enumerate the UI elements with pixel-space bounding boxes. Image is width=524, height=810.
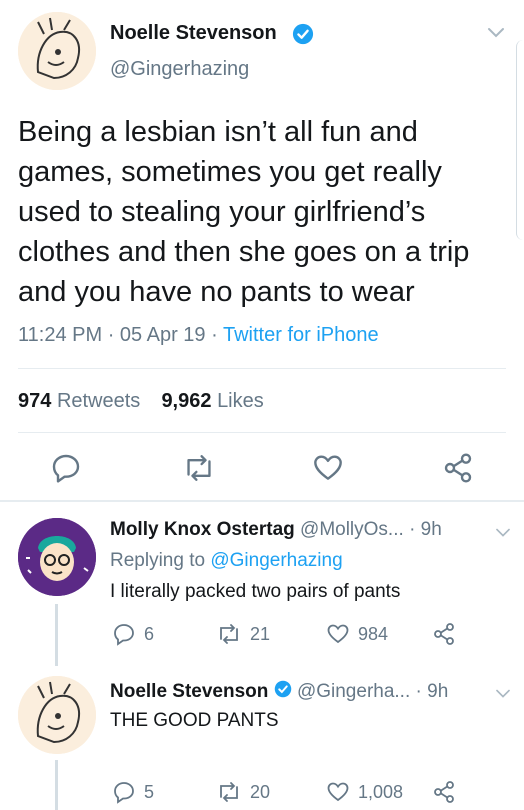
tweet-time: 11:24 PM [18, 324, 103, 346]
avatar-drawing [18, 676, 96, 754]
reply-icon[interactable] [50, 452, 82, 489]
retweet-action[interactable]: 21 [216, 622, 270, 646]
share-icon[interactable] [432, 622, 456, 651]
section-divider [0, 500, 524, 502]
reply-text: THE GOOD PANTS [110, 710, 279, 731]
reply-author-name[interactable]: Noelle Stevenson [110, 681, 268, 702]
retweets-label[interactable]: Retweets [57, 390, 140, 412]
author-name[interactable]: Noelle Stevenson [110, 22, 277, 45]
reply-icon [114, 782, 134, 804]
reply-action[interactable]: 5 [112, 780, 154, 804]
tweet-stats: 974 Retweets 9,962 Likes [18, 390, 264, 413]
meta-separator: · [211, 324, 218, 346]
chevron-down-icon[interactable] [494, 526, 512, 544]
replying-to: Replying to @Gingerhazing [110, 550, 343, 572]
retweet-icon [220, 624, 238, 644]
like-count: 984 [358, 623, 389, 644]
retweet-action[interactable]: 20 [216, 780, 270, 804]
reply-text: I literally packed two pairs of pants [110, 581, 401, 602]
author-handle[interactable]: @Gingerhazing [110, 58, 249, 81]
reply-author-handle[interactable]: @Gingerha... [297, 681, 410, 702]
reply-time[interactable]: · 9h [416, 681, 449, 702]
reply-count: 6 [144, 623, 155, 644]
retweet-count: 21 [250, 623, 271, 644]
like-action[interactable]: 984 [326, 622, 388, 646]
reply-time[interactable]: · 9h [409, 519, 442, 540]
tweet-source[interactable]: Twitter for iPhone [223, 324, 379, 346]
likes-label[interactable]: Likes [217, 390, 264, 412]
chevron-down-icon[interactable] [494, 687, 512, 705]
reply-author-name[interactable]: Molly Knox Ostertag [110, 519, 295, 540]
reply-1-header: Molly Knox Ostertag @MollyOs... · 9h [110, 519, 442, 541]
tweet-date: 05 Apr 19 [119, 324, 206, 346]
like-count: 1,008 [358, 781, 404, 802]
reply-icon [114, 624, 134, 646]
like-icon [327, 782, 349, 802]
verified-badge-icon [292, 23, 314, 50]
avatar-molly[interactable] [18, 518, 96, 596]
share-icon[interactable] [432, 780, 456, 809]
avatar-noelle[interactable] [18, 12, 96, 90]
reply-count: 5 [144, 781, 155, 802]
avatar-drawing [18, 12, 96, 90]
replying-to-label: Replying to [110, 550, 206, 571]
share-icon[interactable] [442, 452, 474, 489]
chevron-down-icon[interactable] [486, 26, 506, 45]
like-action[interactable]: 1,008 [326, 780, 403, 804]
thread-line [55, 604, 58, 666]
divider [18, 432, 506, 433]
like-icon [327, 624, 349, 644]
retweet-icon[interactable] [182, 452, 216, 489]
retweet-count: 20 [250, 781, 271, 802]
avatar-drawing [18, 518, 96, 596]
reply-action[interactable]: 6 [112, 622, 154, 646]
verified-badge-icon [274, 680, 292, 704]
thread-line [55, 760, 58, 810]
reply-author-handle[interactable]: @MollyOs... [300, 519, 404, 540]
meta-separator: · [107, 324, 115, 346]
reply-2-header: Noelle Stevenson @Gingerha... · 9h [110, 680, 448, 704]
scrollbar[interactable] [516, 40, 523, 240]
divider [18, 368, 506, 369]
replying-to-handle[interactable]: @Gingerhazing [210, 550, 342, 571]
avatar-noelle[interactable] [18, 676, 96, 754]
retweet-icon [220, 782, 238, 802]
retweets-count[interactable]: 974 [18, 390, 51, 412]
like-icon[interactable] [312, 452, 344, 489]
tweet-meta: 11:24 PM · 05 Apr 19 · Twitter for iPhon… [18, 324, 379, 347]
tweet-text: Being a lesbian isn’t all fun and games,… [18, 116, 470, 308]
likes-count[interactable]: 9,962 [161, 390, 211, 412]
